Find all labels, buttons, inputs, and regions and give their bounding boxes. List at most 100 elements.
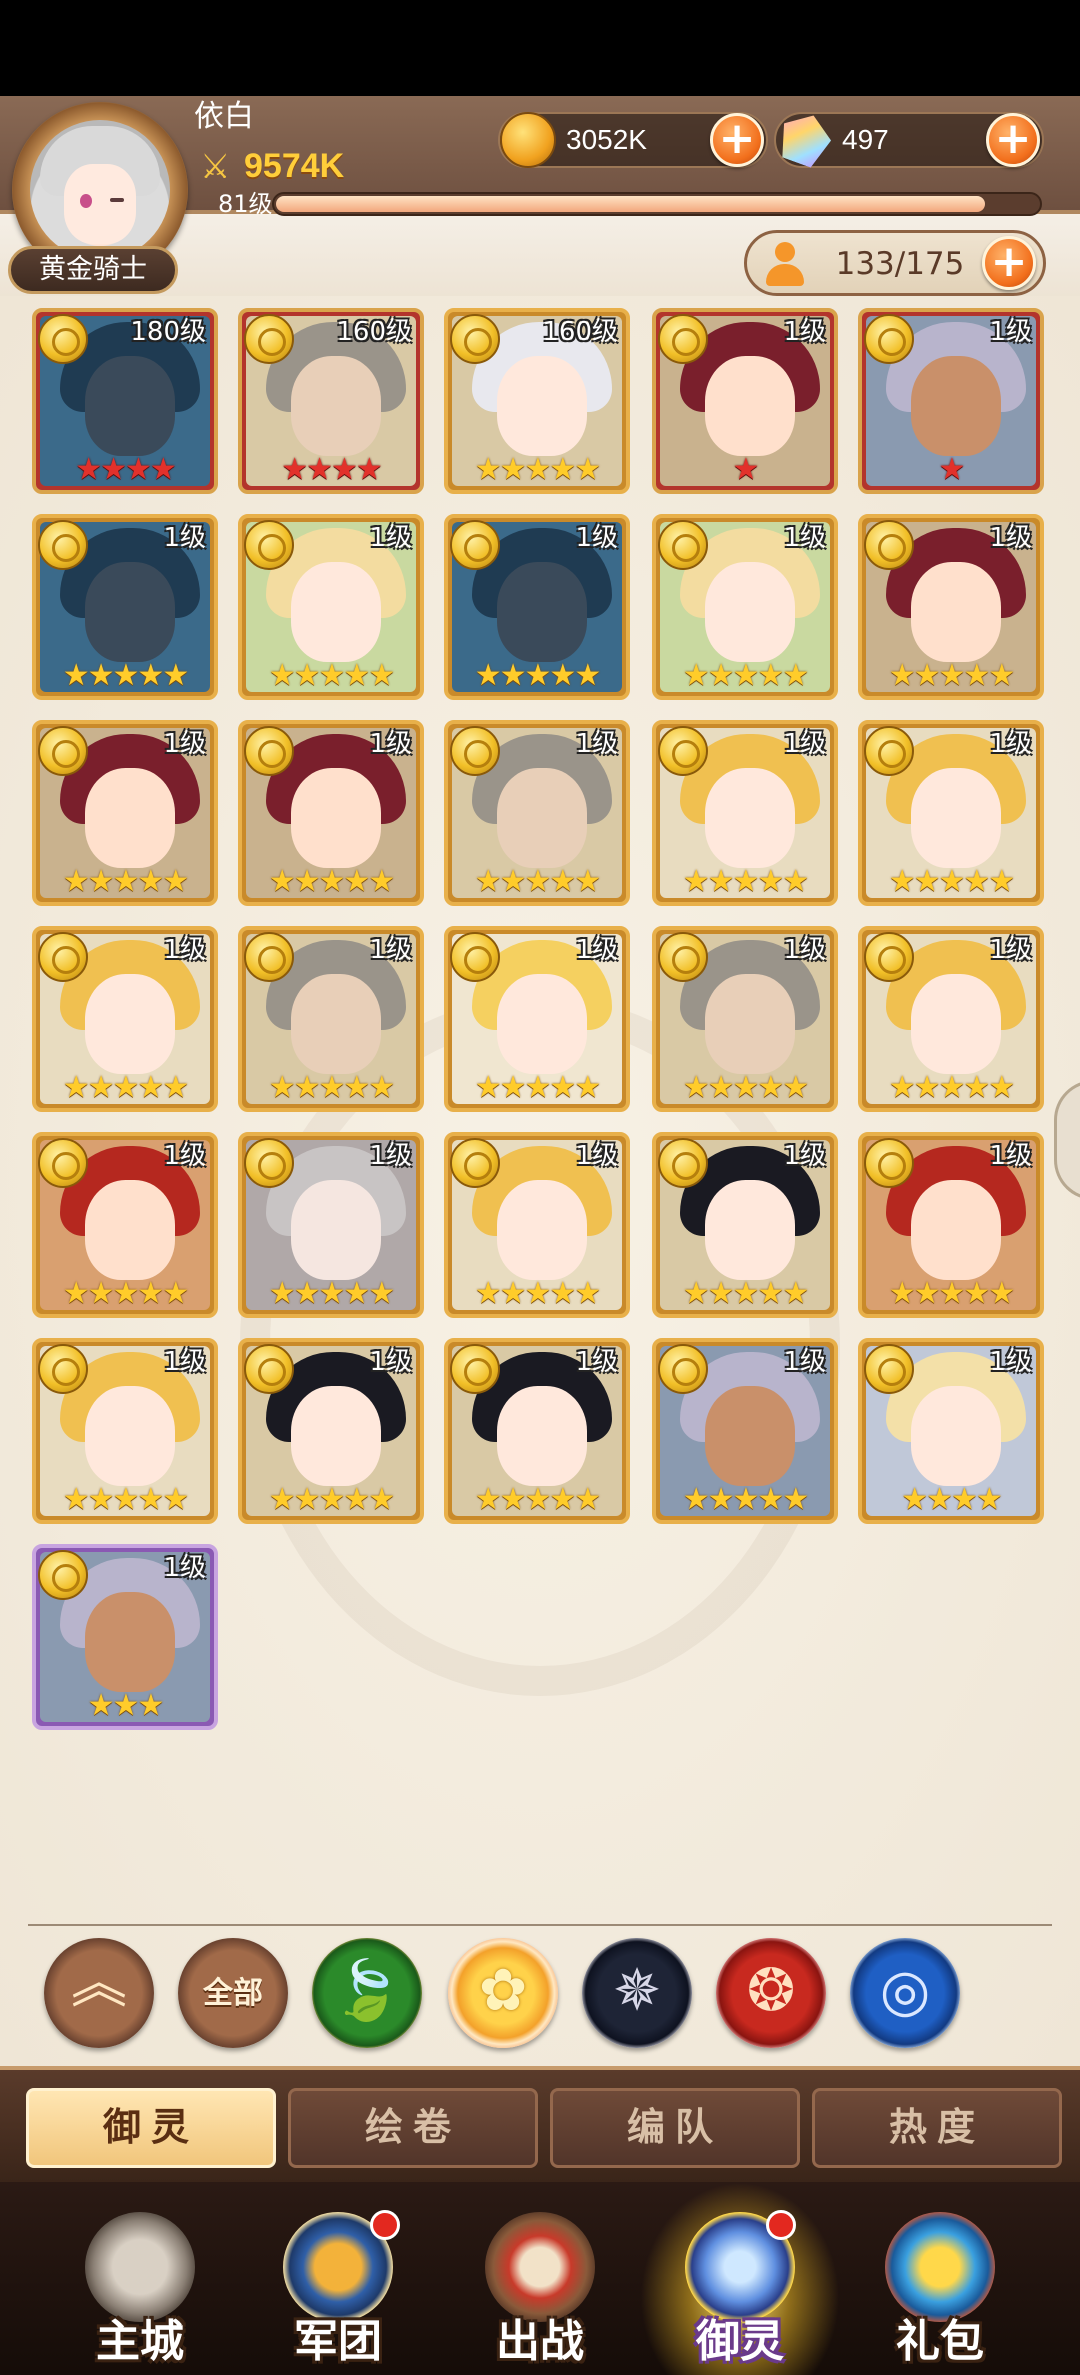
hero-stars: ★★★★★ [62, 1276, 189, 1311]
hero-card[interactable]: 1级 ★★★★★ [858, 1132, 1044, 1318]
rose-rank-icon [38, 520, 88, 570]
hero-card[interactable]: 1级 ★★★★★ [238, 720, 424, 906]
rose-rank-icon [244, 1138, 294, 1188]
rose-rank-icon [864, 1138, 914, 1188]
rose-rank-icon [38, 726, 88, 776]
hero-card[interactable]: 1级 ★★★★★ [32, 720, 218, 906]
hero-level: 1级 [575, 935, 618, 965]
hero-card[interactable]: 1级 ★★★★★ [858, 720, 1044, 906]
hero-card[interactable]: 160级 ★★★★ [238, 308, 424, 494]
water-dragon-icon: ◎ [879, 1956, 931, 2024]
add-gems-button[interactable]: + [986, 113, 1040, 167]
rose-rank-icon [864, 1344, 914, 1394]
nav-battle[interactable]: 出战 [440, 2190, 640, 2375]
hero-card[interactable]: 1级 ★★★★★ [238, 1132, 424, 1318]
hero-card[interactable]: 1级 ★★★★★ [652, 514, 838, 700]
combat-power: 9574K [244, 147, 345, 185]
rose-rank-icon [450, 726, 500, 776]
hero-stars: ★★★★★ [474, 864, 601, 899]
hero-level: 1级 [989, 935, 1032, 965]
filter-light-button[interactable]: ✿ [448, 1938, 558, 2048]
tab-scrolls[interactable]: 绘卷 [288, 2088, 538, 2168]
rose-icon: ✿ [478, 1956, 528, 2024]
nav-spirits[interactable]: 御灵 [640, 2190, 840, 2375]
filter-water-button[interactable]: ◎ [850, 1938, 960, 2048]
rose-rank-icon [864, 726, 914, 776]
hero-stars: ★★★★★ [474, 452, 601, 487]
legion-notification-dot [370, 2210, 400, 2240]
hero-card[interactable]: 1级 ★ [858, 308, 1044, 494]
hero-stars: ★★★★★ [682, 1276, 809, 1311]
hero-card[interactable]: 1级 ★★★★★ [652, 926, 838, 1112]
rose-rank-icon [450, 314, 500, 364]
hero-level: 1级 [163, 729, 206, 759]
spirits-notification-dot [766, 2210, 796, 2240]
hero-level: 1级 [989, 729, 1032, 759]
nav-gift-pack[interactable]: 礼包 [840, 2190, 1040, 2375]
tab-formation[interactable]: 编队 [550, 2088, 800, 2168]
hero-card[interactable]: 1级 ★★★★ [858, 1338, 1044, 1524]
hero-card[interactable]: 1级 ★★★ [32, 1544, 218, 1730]
nav-legion[interactable]: 军团 [238, 2190, 438, 2375]
hero-card[interactable]: 1级 ★★★★★ [32, 1338, 218, 1524]
filter-divider [28, 1924, 1052, 1926]
hero-level: 1级 [163, 1553, 206, 1583]
hero-card[interactable]: 1级 ★★★★★ [444, 514, 630, 700]
hero-stars: ★★★★★ [62, 1482, 189, 1517]
tab-popularity[interactable]: 热度 [812, 2088, 1062, 2168]
hero-card[interactable]: 1级 ★★★★★ [444, 926, 630, 1112]
add-gold-button[interactable]: + [710, 113, 764, 167]
hero-stars: ★★★★★ [62, 864, 189, 899]
hero-card[interactable]: 160级 ★★★★★ [444, 308, 630, 494]
hero-level: 1级 [163, 1141, 206, 1171]
avatar[interactable] [30, 120, 170, 260]
gold-coin-icon [500, 112, 556, 168]
collapse-filter-button[interactable]: ︽ [44, 1938, 154, 2048]
hero-card[interactable]: 1级 ★★★★★ [32, 926, 218, 1112]
hero-card[interactable]: 1级 ★★★★★ [444, 720, 630, 906]
rose-rank-icon [38, 1550, 88, 1600]
hero-card[interactable]: 1级 ★★★★★ [858, 514, 1044, 700]
filter-fire-button[interactable]: ❂ [716, 1938, 826, 2048]
rose-rank-icon [38, 314, 88, 364]
hero-card[interactable]: 1级 ★★★★★ [652, 720, 838, 906]
nav-main-city[interactable]: 主城 [40, 2190, 240, 2375]
hero-card[interactable]: 1级 ★★★★★ [238, 926, 424, 1112]
crossed-swords-icon: ⚔ [200, 147, 231, 187]
hero-level: 1级 [575, 1347, 618, 1377]
expand-capacity-button[interactable]: + [982, 236, 1036, 290]
rose-rank-icon [658, 1138, 708, 1188]
rose-rank-icon [244, 314, 294, 364]
hero-card[interactable]: 1级 ★★★★★ [444, 1338, 630, 1524]
hero-card[interactable]: 1级 ★★★★★ [858, 926, 1044, 1112]
hero-level: 1级 [369, 1347, 412, 1377]
hero-card[interactable]: 1级 ★★★★★ [652, 1132, 838, 1318]
filter-nature-button[interactable]: 🍃 [312, 1938, 422, 2048]
filter-dark-button[interactable]: ✵ [582, 1938, 692, 2048]
hero-level: 160级 [542, 317, 618, 347]
hero-stars: ★★★★★ [474, 658, 601, 693]
tab-spirits[interactable]: 御灵 [26, 2088, 276, 2168]
hero-level: 1级 [783, 523, 826, 553]
hero-stars: ★★★★★ [62, 658, 189, 693]
hero-card[interactable]: 1级 ★★★★★ [238, 514, 424, 700]
double-chevron-up-icon: ︽ [71, 1951, 127, 2016]
rose-rank-icon [450, 1138, 500, 1188]
hero-card[interactable]: 1级 ★★★★★ [444, 1132, 630, 1318]
hero-stars: ★ [732, 452, 760, 487]
gem-amount: 497 [842, 124, 889, 155]
hero-stars: ★★★★★ [682, 1482, 809, 1517]
hero-stars: ★★★★★ [682, 658, 809, 693]
hero-card[interactable]: 1级 ★ [652, 308, 838, 494]
rose-rank-icon [658, 1344, 708, 1394]
hero-level: 1级 [369, 1141, 412, 1171]
filter-all-button[interactable]: 全部 [178, 1938, 288, 2048]
hero-card[interactable]: 1级 ★★★★★ [32, 514, 218, 700]
hero-level: 1级 [163, 523, 206, 553]
hero-card[interactable]: 1级 ★★★★★ [652, 1338, 838, 1524]
rose-rank-icon [864, 932, 914, 982]
star-octagram-icon: ✵ [612, 1956, 662, 2024]
hero-card[interactable]: 1级 ★★★★★ [32, 1132, 218, 1318]
hero-card[interactable]: 180级 ★★★★ [32, 308, 218, 494]
hero-card[interactable]: 1级 ★★★★★ [238, 1338, 424, 1524]
